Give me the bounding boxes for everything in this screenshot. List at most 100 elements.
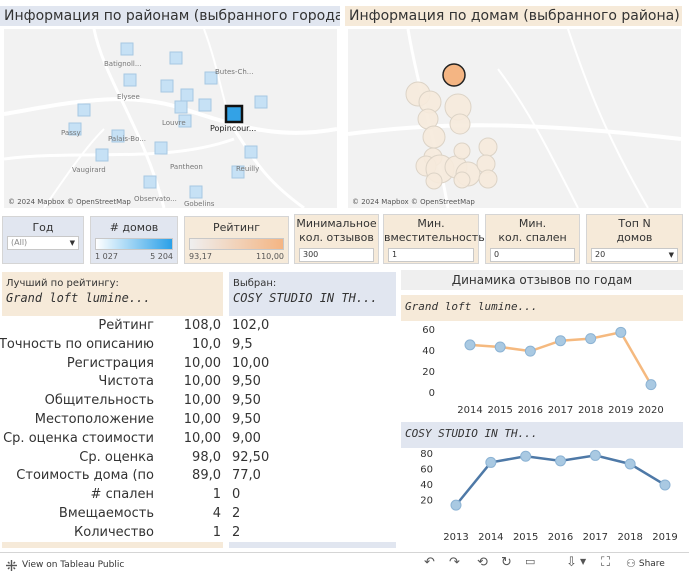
district-marker <box>189 185 203 199</box>
metric-label: Ср. оценка стоимости <box>3 430 154 446</box>
revert-icon[interactable]: ⟲ <box>477 555 488 570</box>
data-point[interactable] <box>585 333 597 345</box>
district-marker <box>154 141 168 155</box>
data-point[interactable] <box>659 479 671 491</box>
district-marker <box>95 148 109 162</box>
data-point[interactable] <box>450 499 462 511</box>
x-tick-label: 2020 <box>638 405 663 416</box>
redo-icon[interactable]: ↷ <box>449 555 460 570</box>
metric-selected-value: 2 <box>232 506 241 521</box>
houses-count-title: # домов <box>109 221 159 234</box>
districts-map[interactable]: Batignoll... Butes-Ch... Elysee Louvre P… <box>4 29 337 208</box>
min-bedrooms-title-2: кол. спален <box>498 231 567 244</box>
chevron-down-icon[interactable]: ▼ <box>580 557 586 566</box>
refresh-icon[interactable]: ↻ <box>501 555 512 570</box>
x-tick-label: 2017 <box>583 532 608 543</box>
data-point[interactable] <box>485 456 497 468</box>
map-label: Butes-Ch... <box>215 68 253 76</box>
data-point[interactable] <box>624 458 636 470</box>
metric-best-value: 10,00 <box>183 355 221 371</box>
map-label: Reuilly <box>236 165 259 173</box>
data-point[interactable] <box>524 345 536 357</box>
chart1-title: Grand loft lumine... <box>401 295 683 321</box>
metric-label: Количество <box>74 524 154 540</box>
metric-label: Ср. оценка <box>79 449 154 465</box>
data-point[interactable] <box>555 455 566 467</box>
metric-selected-value: 9,50 <box>232 374 261 390</box>
chevron-down-icon: ▼ <box>668 251 674 259</box>
data-point[interactable] <box>645 379 657 391</box>
metric-best-value: 1 <box>212 524 221 540</box>
undo-icon[interactable]: ↶ <box>424 555 435 570</box>
view-on-tableau-link[interactable]: View on Tableau Public <box>6 558 124 572</box>
metric-best-value: 10,00 <box>183 374 221 390</box>
house-marker <box>478 137 498 157</box>
metric-row: Стоимость дома (по 89,0 77,0 <box>0 466 400 485</box>
data-point[interactable] <box>520 450 532 462</box>
rating-gradient <box>189 238 284 250</box>
data-point[interactable] <box>494 341 506 353</box>
metric-row: Чистота 10,00 9,50 <box>0 372 400 391</box>
min-capacity-title-2: вместительность <box>384 231 485 244</box>
y-tick-label: 60 <box>420 464 433 475</box>
dynamics-title: Динамика отзывов по годам <box>401 270 683 290</box>
data-point[interactable] <box>464 339 476 351</box>
metric-best-value: 98,0 <box>192 449 221 465</box>
metric-row: Регистрация 10,00 10,00 <box>0 354 400 373</box>
share-button[interactable]: ⚇ Share <box>626 557 665 570</box>
min-reviews-title-1: Минимальное <box>296 217 377 230</box>
district-marker <box>123 73 137 87</box>
metric-row: Точность по описанию 10,0 9,5 <box>0 335 400 354</box>
districts-map-canvas[interactable]: Batignoll... Butes-Ch... Elysee Louvre P… <box>4 29 337 208</box>
metric-selected-value: 0 <box>232 487 241 503</box>
data-point[interactable] <box>555 335 566 347</box>
metric-selected-value: 77,0 <box>232 468 261 484</box>
min-bedrooms-input[interactable]: 0 <box>490 248 575 262</box>
houses-map[interactable]: © 2024 Mapbox © OpenStreetMap <box>348 29 681 208</box>
chart2: 20 40 60 80 2013 2014 2015 2016 2017 2018 2019 <box>420 449 677 543</box>
map-label: Palais-Bo... <box>108 135 146 143</box>
top-n-value: 20 <box>595 250 606 259</box>
district-marker <box>143 175 157 189</box>
y-tick-label: 80 <box>420 449 433 460</box>
selected-house-marker <box>442 63 466 87</box>
x-tick-label: 2015 <box>487 405 512 416</box>
district-marker <box>77 103 91 117</box>
top-n-title-1: Топ N <box>618 217 651 230</box>
map-label: Louvre <box>162 119 186 127</box>
metric-selected-value: 2 <box>232 524 241 540</box>
view-on-tableau-label: View on Tableau Public <box>22 560 125 570</box>
top-n-select[interactable]: 20 ▼ <box>591 248 678 262</box>
x-tick-label: 2013 <box>443 532 468 543</box>
selected-panel: Выбран: COSY STUDIO IN TH... <box>229 272 396 316</box>
houses-header: Информация по домам (выбранного района) <box>345 6 682 26</box>
year-select-value: (All) <box>11 238 28 247</box>
pause-icon[interactable]: ▭ <box>525 555 535 568</box>
metric-row: Количество 1 2 <box>0 523 400 542</box>
y-tick-label: 20 <box>420 495 433 506</box>
year-select[interactable]: (All) ▼ <box>7 236 79 250</box>
metric-label: Точность по описанию <box>0 336 154 352</box>
min-capacity-title-1: Мин. <box>417 217 445 230</box>
download-icon[interactable]: ⇩ <box>566 555 577 570</box>
top-n-title-2: домов <box>616 231 653 244</box>
metric-best-value: 4 <box>212 506 221 521</box>
year-filter-title: Год <box>32 221 54 234</box>
rating-min: 93,17 <box>189 252 212 261</box>
min-reviews-input[interactable]: 300 <box>299 248 374 262</box>
metric-label: Рейтинг <box>98 318 154 333</box>
houses-map-canvas[interactable] <box>348 29 681 208</box>
y-tick-label: 40 <box>422 346 435 357</box>
metric-selected-value: 10,00 <box>232 355 270 371</box>
metric-row: # спален 1 0 <box>0 485 400 504</box>
house-marker <box>453 142 471 160</box>
metrics-table: Рейтинг 108,0 102,0 Точность по описанию 10,… <box>0 316 400 542</box>
x-tick-label: 2017 <box>548 405 573 416</box>
min-capacity-input[interactable]: 1 <box>388 248 474 262</box>
data-point[interactable] <box>615 326 627 338</box>
map-label: Observato... <box>134 195 177 203</box>
fullscreen-icon[interactable]: ⛶ <box>601 555 610 570</box>
tableau-icon <box>6 559 17 571</box>
bottom-toolbar: View on Tableau Public ↶ ↷ ⟲ ↻ ▭ ⇩ ▼ ⛶ ⚇… <box>0 552 689 575</box>
data-point[interactable] <box>589 449 601 461</box>
